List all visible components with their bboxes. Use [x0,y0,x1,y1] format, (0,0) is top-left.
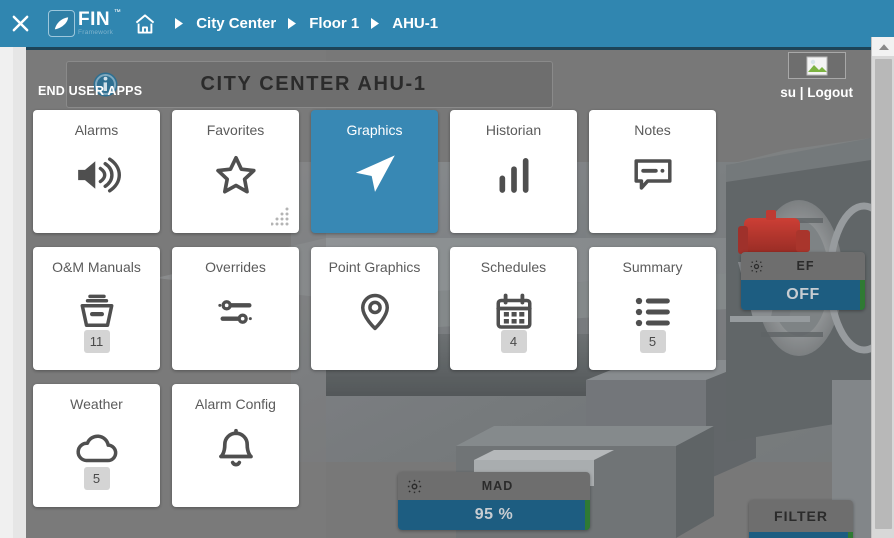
app-tile-label: Point Graphics [328,259,421,275]
app-tile-notes[interactable]: Notes [589,110,716,233]
app-tile-o-m-manuals[interactable]: O&M Manuals 11 [33,247,160,370]
widget-header: MAD [398,472,590,500]
app-tile-alarm-config[interactable]: Alarm Config [172,384,299,507]
broken-image-icon [787,52,846,79]
breadcrumb-item-2[interactable]: AHU-1 [392,15,438,32]
window-gutter-inner [13,47,26,538]
app-tile-overrides[interactable]: Overrides [172,247,299,370]
widget-header: FILTER [749,500,853,532]
sliders-icon [204,285,268,339]
widget-name: MAD [481,479,514,493]
app-tile-favorites[interactable]: Favorites [172,110,299,233]
widget-value[interactable]: 95 % [398,500,590,530]
widget-name: FILTER [774,508,828,524]
app-tile-label: Favorites [206,122,265,138]
star-icon [204,148,268,202]
breadcrumb-item-0[interactable]: City Center [196,15,276,32]
chevron-right-icon [370,17,381,30]
widget-name: EF [796,259,815,273]
section-label: END USER APPS [38,84,143,98]
widget-value[interactable]: OFF [741,280,865,310]
top-navigation-bar: FIN Framework City Center Floor 1 AHU-1 [0,0,894,47]
chevron-right-icon [287,17,298,30]
breadcrumb-item-1[interactable]: Floor 1 [309,15,359,32]
point-widget-filter[interactable]: FILTER [749,500,853,538]
chevron-right-icon [174,17,185,30]
app-tile-label: Schedules [480,259,547,275]
app-tile-historian[interactable]: Historian [450,110,577,233]
page-title: CITY CENTER AHU-1 [200,73,427,95]
map-pin-icon [343,285,407,339]
app-tile-weather[interactable]: Weather 5 [33,384,160,507]
window-gutter-outer [0,47,13,538]
app-tile-label: Weather [70,396,123,412]
speech-bubble-icon [621,148,685,202]
user-divider: | [799,85,804,100]
app-tile-badge: 5 [83,467,110,490]
app-tile-badge: 4 [500,330,527,353]
app-tile-label: Notes [634,122,671,138]
home-icon[interactable] [131,0,159,47]
app-tile-label: O&M Manuals [52,259,141,275]
username-label: su [780,85,796,100]
user-logout-line: su | Logout [780,85,853,100]
app-tile-label: Summary [622,259,683,275]
logout-link[interactable]: Logout [807,85,853,100]
graphics-canvas: CITY CENTER AHU-1 END USER APPS su | Log… [26,50,871,538]
gear-icon[interactable] [406,478,423,495]
widget-value[interactable] [749,532,853,538]
app-tile-grid: Alarms Favorites Graphics Historian Notes O&M… [33,110,733,521]
user-area: su | Logout [780,50,853,100]
bell-icon [204,422,268,476]
app-tile-label: Graphics [346,122,403,138]
scrollbar-thumb[interactable] [874,59,892,529]
app-tile-label: Alarm Config [195,396,276,412]
navigation-arrow-icon [343,148,407,202]
fin-logo-text: FIN Framework [78,9,121,37]
app-tile-summary[interactable]: Summary 5 [589,247,716,370]
bar-chart-icon [482,148,546,202]
app-tile-label: Historian [485,122,542,138]
gear-icon[interactable] [749,259,764,274]
fin-logo[interactable]: FIN Framework [48,9,121,37]
app-tile-label: Alarms [74,122,119,138]
app-tile-badge: 5 [639,330,666,353]
point-widget-mad[interactable]: MAD 95 % [398,472,590,530]
widget-header: EF [741,252,865,280]
app-tile-point-graphics[interactable]: Point Graphics [311,247,438,370]
resize-grip-icon[interactable] [270,205,293,227]
caret-up-icon[interactable] [872,37,894,56]
fin-logo-mark [48,10,75,37]
app-tile-graphics[interactable]: Graphics [311,110,438,233]
app-tile-schedules[interactable]: Schedules 4 [450,247,577,370]
app-tile-alarms[interactable]: Alarms [33,110,160,233]
fin-logo-word: FIN [78,9,121,29]
close-icon[interactable] [0,0,40,47]
breadcrumb: City Center Floor 1 AHU-1 [163,15,438,32]
app-tile-badge: 11 [83,330,110,353]
fin-logo-subtitle: Framework [78,29,114,37]
point-widget-ef[interactable]: EF OFF [741,252,865,310]
vertical-scrollbar[interactable] [871,37,894,538]
app-tile-label: Overrides [205,259,266,275]
speaker-volume-icon [65,148,129,202]
